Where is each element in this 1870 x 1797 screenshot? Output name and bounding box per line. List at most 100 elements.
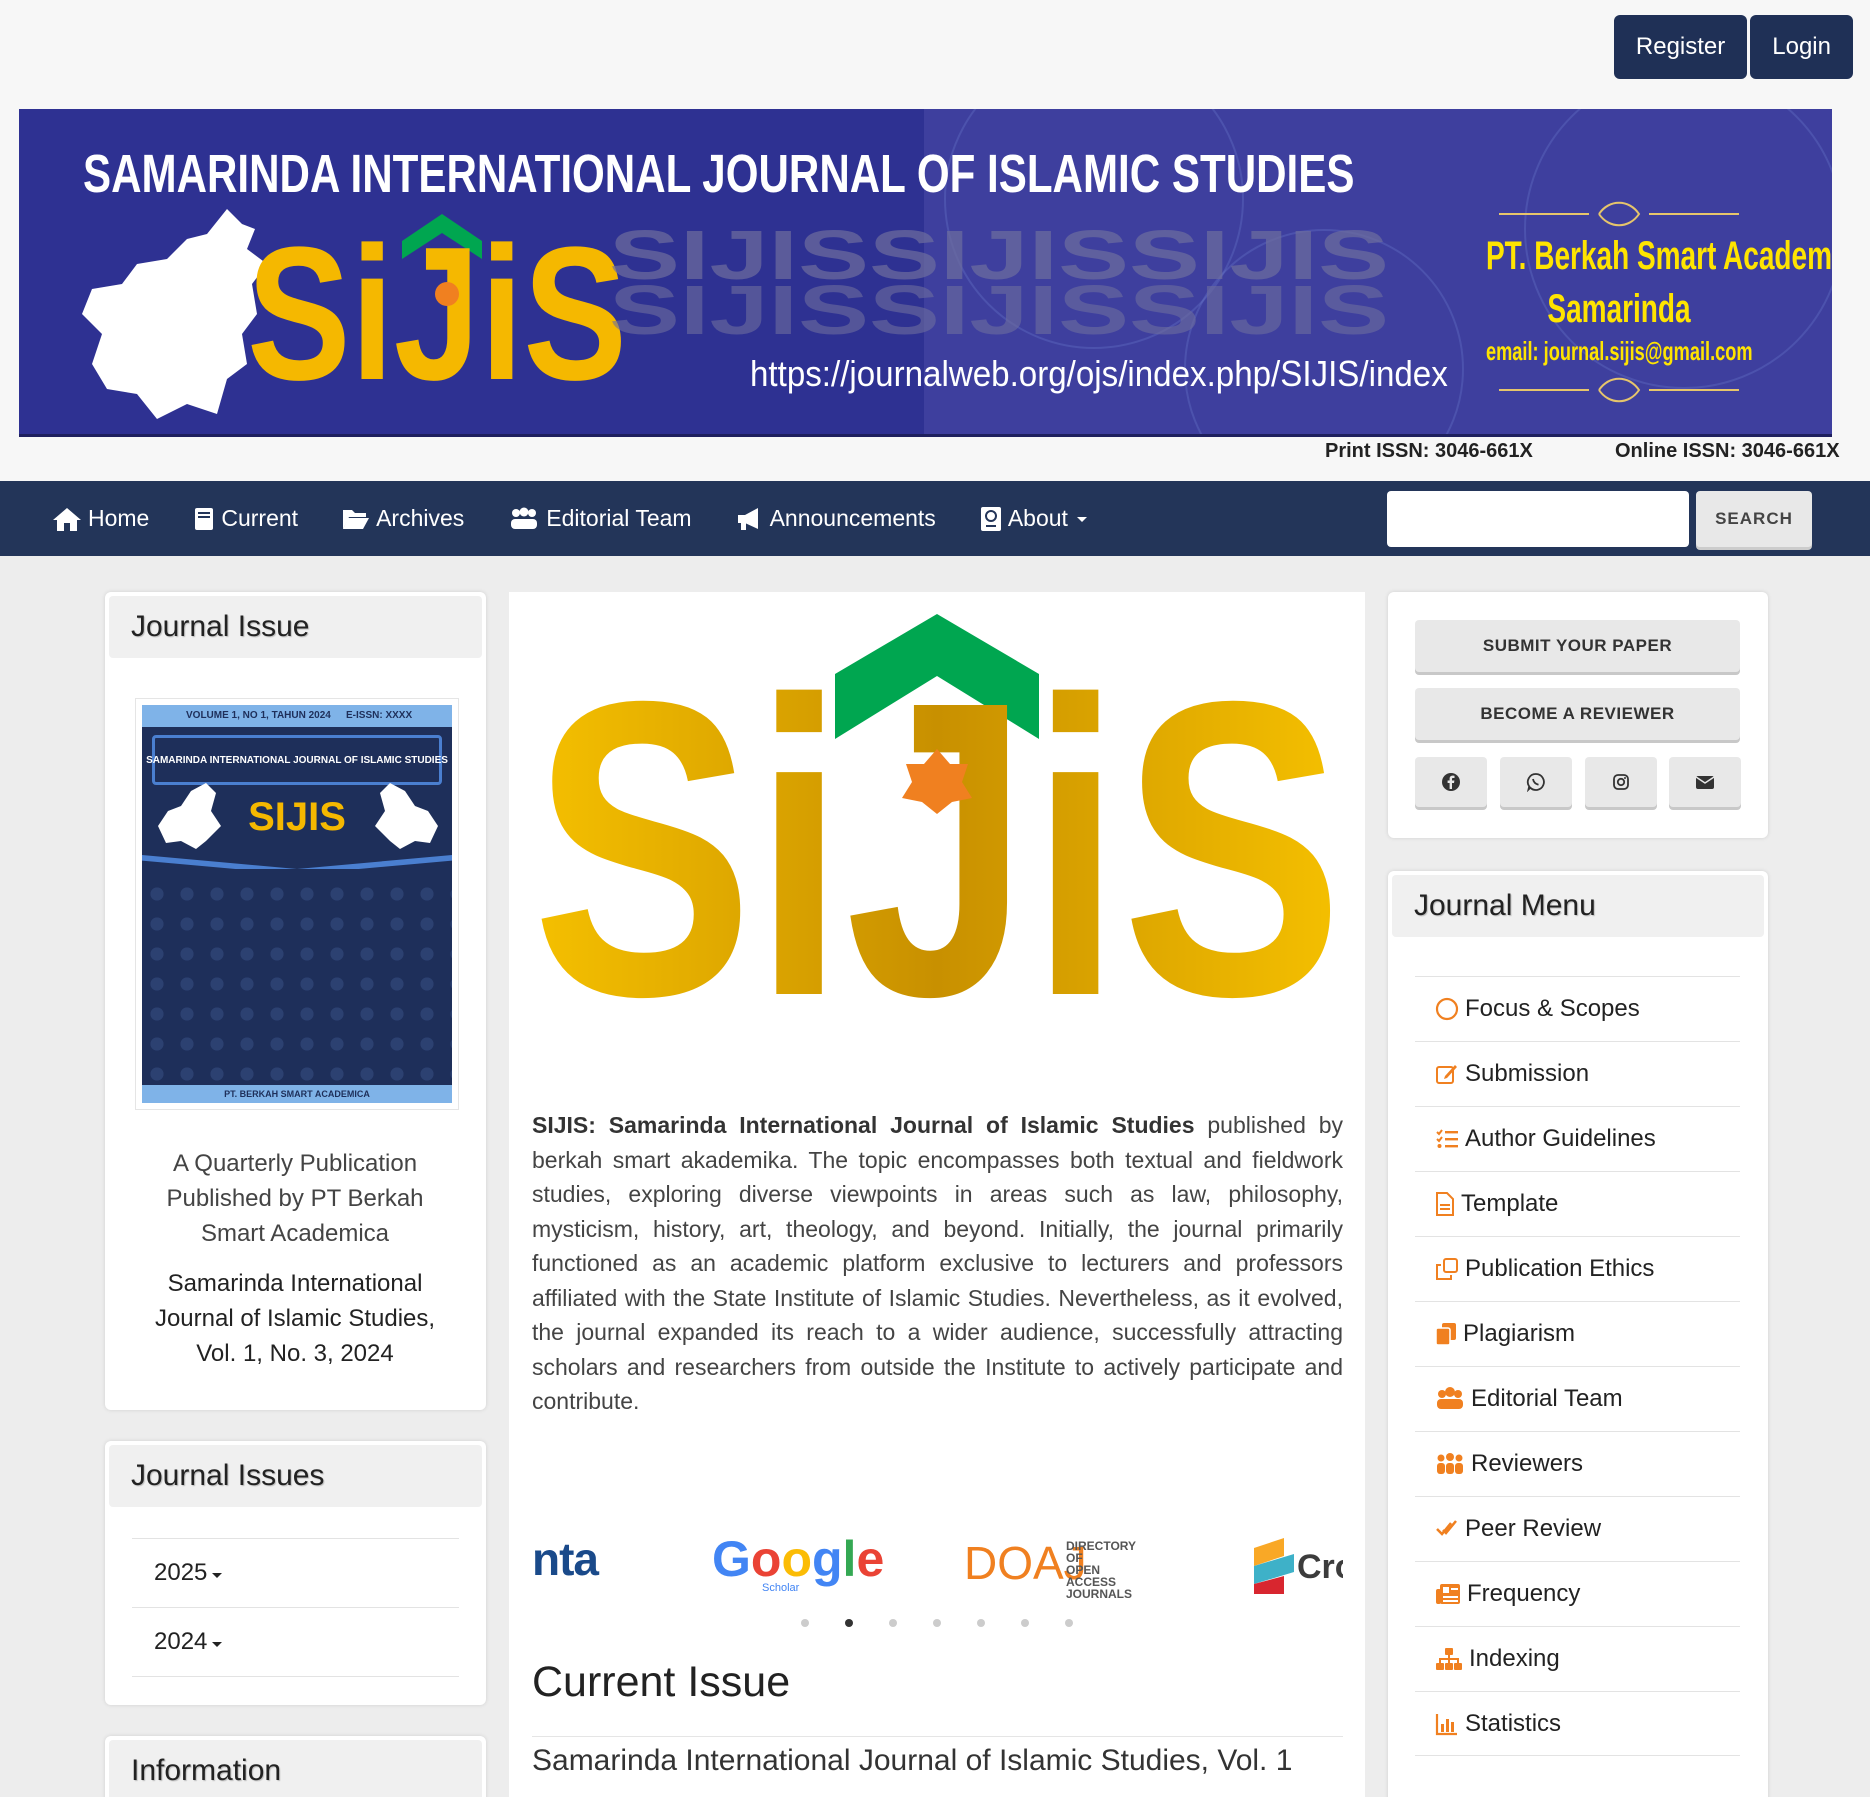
carousel-dot[interactable] [889,1619,897,1627]
menu-item-label: Frequency [1467,1580,1581,1607]
menu-item-label: Reviewers [1471,1450,1584,1477]
folder-open-icon [343,509,370,529]
menu-item-statistics[interactable]: Statistics [1415,1691,1740,1756]
svg-text:SiJiS: SiJiS [532,615,1343,1064]
journal-description-text: published by berkah smart akademika. The… [532,1112,1344,1414]
main-content: SiJiS SIJIS: Samarinda International Jou… [509,592,1365,1797]
header-banner-area: SiJiS SIJISSIJISSIJIS SIJISSIJISSIJIS SA… [0,108,1870,482]
menu-item-template[interactable]: Template [1415,1171,1740,1236]
menu-item-author-guidelines[interactable]: Author Guidelines [1415,1106,1740,1171]
search-button[interactable]: SEARCH [1696,491,1812,547]
nav-about[interactable]: About [980,505,1096,532]
year-label: 2025 [154,1559,208,1586]
facebook-button[interactable] [1415,757,1487,807]
nav-announcements[interactable]: Announcements [736,505,936,532]
email-button[interactable] [1669,757,1741,807]
menu-item-label: Statistics [1465,1709,1562,1737]
nav-home[interactable]: Home [52,505,149,532]
instagram-button[interactable] [1585,757,1657,807]
menu-item-submission[interactable]: Submission [1415,1041,1740,1106]
partner-doaj-logo: DOAJ DIRECTORY OF OPEN ACCESS JOURNALS [964,1537,1136,1601]
cover-logo: SIJIS [248,795,346,839]
nav-editorial-team[interactable]: Editorial Team [508,505,692,532]
whatsapp-button[interactable] [1500,757,1572,807]
bullhorn-icon [737,507,758,530]
instagram-icon [1613,774,1629,790]
facebook-icon [1442,773,1460,791]
journal-issue-panel: Journal Issue VOLUME 1, NO 1, TAHUN 2024… [105,592,486,1410]
whatsapp-icon [1526,773,1545,792]
nav-label: Archives [376,505,465,531]
journal-description: SIJIS: Samarinda International Journal o… [532,1108,1343,1419]
menu-item-frequency[interactable]: Frequency [1415,1561,1740,1626]
users-icon [1437,1387,1463,1409]
year-label: 2024 [154,1628,208,1655]
register-button[interactable]: Register [1613,15,1748,79]
banner-publisher: PT. Berkah Smart Academica Samarinda ema… [1429,199,1832,410]
current-issue-heading: Current Issue [532,1658,791,1706]
menu-item-peer-review[interactable]: Peer Review [1415,1496,1740,1561]
year-item-2024[interactable]: 2024 [132,1607,459,1677]
menu-item-indexing[interactable]: Indexing [1415,1626,1740,1691]
sijis-banner-logo: SiJiS [247,208,627,409]
menu-item-label: Author Guidelines [1465,1125,1656,1152]
journal-menu: Focus & Scopes Submission Author Guideli… [1415,976,1740,1756]
carousel-dot-active[interactable] [845,1619,853,1627]
banner-watermark: SIJISSIJISSIJIS SIJISSIJISSIJIS [609,224,1389,344]
ornament-icon [1499,377,1739,403]
header-banner[interactable]: SiJiS SIJISSIJISSIJIS SIJISSIJISSIJIS SA… [19,109,1832,437]
nav-current[interactable]: Current [193,505,298,532]
menu-item-reviewers[interactable]: Reviewers [1415,1431,1740,1496]
newspaper-icon [1436,1584,1460,1604]
nav-label: Current [221,505,299,531]
top-bar: Register Login [0,0,1870,108]
journal-cover-image: VOLUME 1, NO 1, TAHUN 2024 E-ISSN: XXXX … [142,705,452,1103]
clone-icon [1436,1258,1458,1280]
menu-item-focus-scopes[interactable]: Focus & Scopes [1415,976,1740,1041]
carousel-dot[interactable] [1065,1619,1073,1627]
year-item-2025[interactable]: 2025 [132,1538,459,1607]
carousel-dot[interactable] [1021,1619,1029,1627]
search-input[interactable] [1387,491,1689,547]
nav-label: Announcements [769,505,936,531]
partner-sinta-logo: nta [532,1533,599,1585]
current-issue-title[interactable]: Samarinda International Journal of Islam… [532,1744,1292,1778]
cover-footer: PT. BERKAH SMART ACADEMICA [224,1089,370,1099]
journal-name-bold: SIJIS: Samarinda International Journal o… [532,1112,1195,1138]
nav-archives[interactable]: Archives [342,505,464,532]
partner-crossref-icon [1254,1538,1294,1594]
menu-item-editorial-team[interactable]: Editorial Team [1415,1366,1740,1431]
indexing-carousel[interactable]: nta Google Scholar DOAJ DIRECTORY OF OPE… [532,1502,1343,1612]
become-reviewer-button[interactable]: BECOME A REVIEWER [1415,688,1740,740]
journal-cover[interactable]: VOLUME 1, NO 1, TAHUN 2024 E-ISSN: XXXX … [135,698,459,1110]
carousel-dot[interactable] [933,1619,941,1627]
carousel-dots [509,1614,1365,1632]
partner-google-scholar-logo: Google Scholar [712,1531,885,1594]
menu-item-label: Focus & Scopes [1465,995,1640,1022]
print-issn: Print ISSN: 3046-661X [1325,440,1533,462]
journal-issue-link[interactable]: Samarinda International Journal of Islam… [145,1266,445,1371]
edit-icon [1436,1065,1457,1084]
divider [532,1736,1343,1737]
caret-down-icon [1076,516,1087,522]
menu-item-label: Peer Review [1465,1515,1602,1542]
login-button[interactable]: Login [1750,15,1853,79]
menu-item-plagiarism[interactable]: Plagiarism [1415,1301,1740,1366]
menu-item-publication-ethics[interactable]: Publication Ethics [1415,1236,1740,1301]
menu-item-label: Template [1461,1190,1559,1217]
journal-issue-heading: Journal Issue [109,596,482,658]
caret-down-icon [212,1642,223,1647]
cover-title: SAMARINDA INTERNATIONAL JOURNAL OF ISLAM… [146,755,448,766]
carousel-dot[interactable] [801,1619,809,1627]
journal-menu-heading: Journal Menu [1392,875,1764,937]
people-group-icon [1437,1453,1463,1474]
caret-down-icon [212,1573,223,1578]
menu-item-label: Publication Ethics [1465,1255,1655,1282]
circle-icon [1435,997,1459,1021]
carousel-dot[interactable] [977,1619,985,1627]
cover-volume: VOLUME 1, NO 1, TAHUN 2024 [186,710,331,721]
file-icon [1436,1192,1454,1216]
check-double-icon [1436,1520,1457,1536]
submit-paper-button[interactable]: SUBMIT YOUR PAPER [1415,620,1740,672]
svg-text:SIJISSIJISSIJIS: SIJISSIJISSIJIS [609,271,1389,344]
